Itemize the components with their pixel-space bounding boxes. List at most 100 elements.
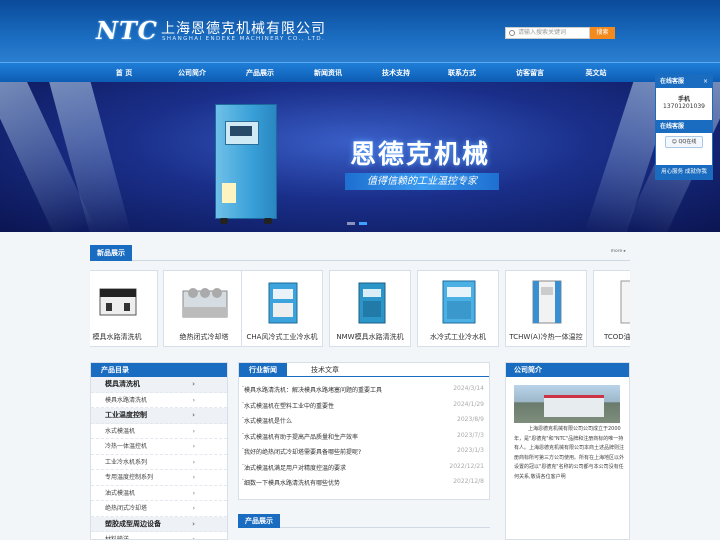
qq-chat-button[interactable]: ☺ QQ在线	[665, 136, 703, 148]
company-name-cn: 上海恩德克机械有限公司	[161, 21, 326, 37]
sidebar-item[interactable]: 专用温度控制系列	[91, 470, 227, 486]
machine-label	[222, 183, 236, 203]
sidebar-title: 产品目录	[91, 363, 227, 377]
news-date: 2023/1/3	[457, 447, 484, 454]
phone-label: 手机	[677, 96, 690, 103]
product-image	[182, 288, 228, 318]
tab-industry-news[interactable]: 行业新闻	[239, 363, 287, 377]
widget-header: 在线客服 ×	[656, 75, 712, 88]
news-date: 2024/3/14	[453, 385, 484, 392]
nav-about[interactable]: 公司简介	[158, 63, 226, 83]
pagination-dot[interactable]	[347, 222, 355, 225]
news-date: 2023/8/9	[457, 416, 484, 423]
product-name: 绝热闭式冷却塔	[179, 333, 229, 341]
widget-title: 在线客服	[660, 123, 685, 130]
machine-wheel	[264, 218, 272, 224]
product-catalog-sidebar: 产品目录 模具清洗机 模具水路清洗机 工业温度控制 水式模温机 冷热一体温控机 …	[90, 362, 228, 540]
search-input[interactable]: 请输入搜索关键词	[505, 27, 590, 39]
banner-title: 恩德克机械	[350, 140, 491, 170]
news-item[interactable]: 细数一下模具水路清洗机有哪些优势 2022/12/8	[242, 477, 484, 488]
more-link[interactable]: more ▸	[611, 249, 626, 254]
product-card[interactable]: TCHW(A)冷热一体温控	[505, 270, 587, 347]
product-image	[99, 288, 137, 316]
about-text: 上海恩德克机械有限公司公司成立于2000年，是"恩德克"和"NTC"品牌和注册商…	[514, 426, 625, 480]
product-carousel: 模具水路清洗机 绝热闭式冷却塔 CHA风冷式工业冷水机 NMW模具水路清洗机 水…	[90, 270, 630, 348]
news-title: 我好的绝热闭式冷却塔需要具备哪些前提呢?	[244, 449, 362, 456]
qq-label: QQ在线	[678, 139, 697, 145]
news-tabs: 行业新闻 技术文章	[239, 363, 489, 377]
product-image	[532, 280, 562, 324]
news-date: 2023/7/3	[457, 431, 484, 439]
online-service-widget: 在线客服 × 手机 13701201039 在线客服 ☺ QQ在线 用心服务 成就…	[655, 74, 713, 180]
widget-header-2: 在线客服	[656, 120, 712, 133]
product-image	[620, 280, 630, 324]
company-logo[interactable]: NTC	[96, 18, 157, 44]
nav-guestbook[interactable]: 访客留言	[496, 63, 564, 83]
sidebar-item[interactable]: 工业冷水机系列	[91, 455, 227, 470]
news-item[interactable]: 模具水路清洗机：解决模具水路堵塞问题的重要工具 2024/3/14	[242, 384, 484, 395]
banner-prev-arrow[interactable]: ‹	[112, 230, 119, 232]
banner-next-arrow[interactable]: ›	[598, 230, 605, 232]
product-name: TCOD油	[604, 333, 630, 341]
search-button[interactable]: 搜索	[590, 27, 615, 39]
pagination-dot-active[interactable]	[359, 222, 367, 225]
product-image	[268, 282, 298, 324]
news-item[interactable]: 油式模温机满足用户对精度控温的要求 2022/12/21	[242, 462, 484, 473]
product-card[interactable]: 模具水路清洗机	[90, 270, 158, 347]
company-name-en: SHANGHAI ENDEKE MACHINERY CO., LTD.	[162, 36, 326, 42]
nav-news[interactable]: 新闻资讯	[294, 63, 362, 83]
sidebar-item[interactable]: 水式模温机	[91, 424, 227, 439]
sidebar-item[interactable]: 冷热一体温控机	[91, 439, 227, 455]
news-item[interactable]: 水式模温机有助于提高产品质量和生产效率 2023/7/3	[242, 431, 484, 442]
nav-support[interactable]: 技术支持	[362, 63, 430, 83]
sidebar-item[interactable]: 油式模温机	[91, 486, 227, 501]
news-item[interactable]: 我好的绝热闭式冷却塔需要具备哪些前提呢? 2023/1/3	[242, 446, 484, 457]
nav-contact[interactable]: 联系方式	[428, 63, 496, 83]
products-section-header: 新品展示 more ▸	[90, 245, 630, 261]
site-header: NTC 上海恩德克机械有限公司 SHANGHAI ENDEKE MACHINER…	[0, 0, 720, 62]
product-name: NMW模具水路清洗机	[336, 333, 404, 341]
banner-machine-image	[215, 104, 277, 224]
product-image	[358, 282, 386, 324]
product-card[interactable]: TCOD油	[593, 270, 630, 347]
search-placeholder: 请输入搜索关键词	[518, 29, 567, 36]
product-image	[442, 280, 476, 324]
news-date: 2024/1/29	[453, 400, 484, 408]
section-title: 新品展示	[90, 245, 132, 261]
sidebar-item[interactable]: 模具水路清洗机	[91, 393, 227, 408]
banner-pagination	[347, 219, 371, 227]
main-nav: 首 页 公司简介 产品展示 新闻资讯 技术支持 联系方式 访客留言 英文站	[0, 62, 720, 82]
nav-english[interactable]: 英文站	[562, 63, 630, 83]
sidebar-category[interactable]: 工业温度控制	[91, 408, 227, 424]
nav-home[interactable]: 首 页	[90, 63, 158, 83]
close-icon[interactable]: ×	[703, 75, 708, 88]
sidebar-item[interactable]: 绝热闭式冷却塔	[91, 501, 227, 517]
sidebar-item[interactable]: 材料输送	[91, 532, 227, 539]
sidebar-category[interactable]: 模具清洗机	[91, 377, 227, 393]
section-title: 产品展示	[238, 514, 280, 528]
product-card[interactable]: 水冷式工业冷水机	[417, 270, 499, 347]
news-item[interactable]: 水式模温机在塑料工业中的重要性 2024/1/29	[242, 400, 484, 411]
machine-control-panel	[225, 121, 259, 145]
product-card[interactable]: CHA风冷式工业冷水机	[241, 270, 323, 347]
product-name: TCHW(A)冷热一体温控	[509, 333, 583, 341]
tab-tech-articles[interactable]: 技术文章	[301, 363, 349, 377]
company-building-image	[514, 385, 620, 423]
widget-title: 在线客服	[660, 78, 685, 85]
product-name: 模具水路清洗机	[92, 333, 142, 341]
news-item[interactable]: 水式模温机是什么 2023/8/9	[242, 415, 484, 426]
news-date: 2022/12/8	[453, 478, 484, 485]
sidebar-category[interactable]: 塑胶成型周边设备	[91, 516, 227, 532]
news-title: 水式模温机是什么	[244, 418, 293, 425]
news-title: 水式模温机在塑料工业中的重要性	[244, 402, 335, 410]
news-date: 2022/12/21	[449, 462, 484, 470]
product-card[interactable]: NMW模具水路清洗机	[329, 270, 411, 347]
company-intro-panel: 公司简介 上海恩德克机械有限公司公司成立于2000年，是"恩德克"和"NTC"品…	[505, 362, 630, 540]
news-title: 细数一下模具水路清洗机有哪些优势	[244, 480, 341, 487]
nav-products[interactable]: 产品展示	[226, 63, 294, 83]
phone-number[interactable]: 13701201039	[663, 103, 705, 110]
news-title: 油式模温机满足用户对精度控温的要求	[244, 464, 347, 472]
product-card[interactable]: 绝热闭式冷却塔	[163, 270, 245, 347]
news-title: 模具水路清洗机：解决模具水路堵塞问题的重要工具	[244, 387, 383, 394]
news-panel: 行业新闻 技术文章 模具水路清洗机：解决模具水路堵塞问题的重要工具 2024/3/…	[238, 362, 490, 500]
